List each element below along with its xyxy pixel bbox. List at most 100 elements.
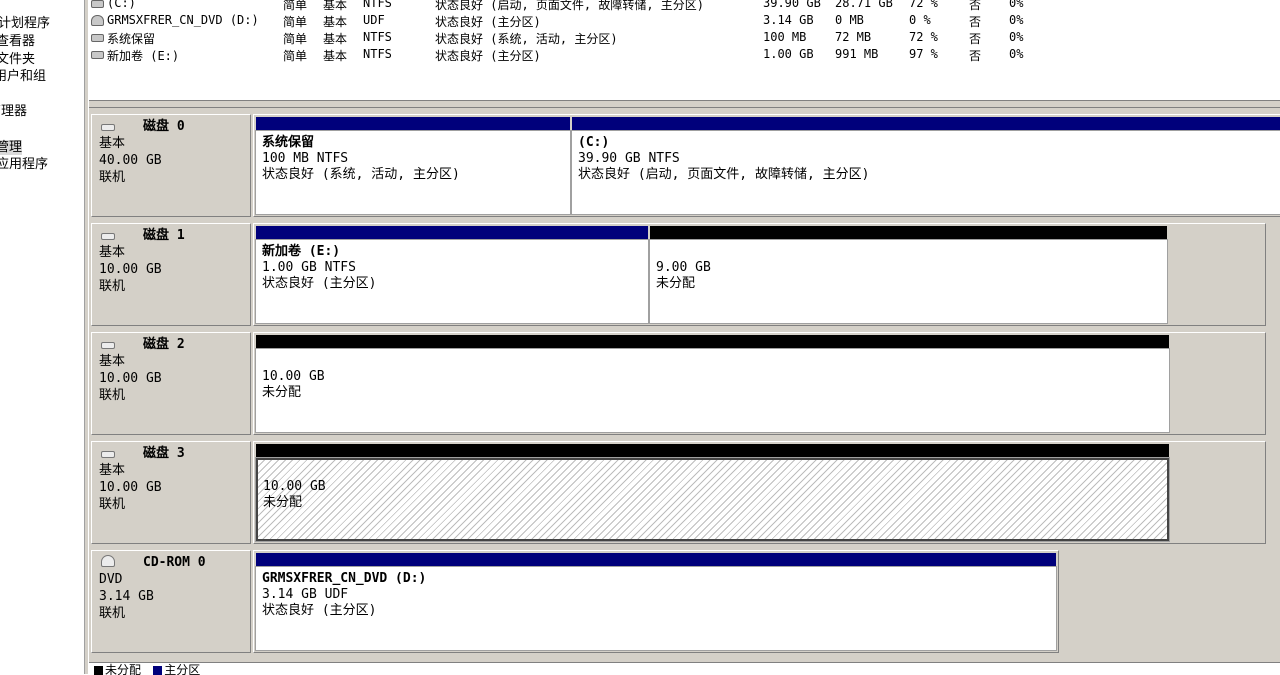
- disk-partition-area: 系统保留 100 MB NTFS 状态良好 (系统, 活动, 主分区) (C:) 39.…: [253, 114, 1280, 217]
- hard-disk-icon: [101, 124, 115, 131]
- partition-bar: [256, 553, 1056, 567]
- disk-row: CD-ROM 0 DVD 3.14 GB 联机 GRMSXFRER_CN_DVD (D:…: [89, 548, 1280, 655]
- disk-size: 40.00 GB: [99, 153, 162, 168]
- disk-title: 磁盘 3: [143, 446, 185, 461]
- partition-status: 未分配: [262, 385, 302, 400]
- volume-cell-free: 72 MB: [835, 30, 872, 44]
- disk-row: 磁盘 2 基本 10.00 GB 联机 10.00 GB 未分配: [89, 330, 1280, 437]
- partition-detail: 10.00 GB: [262, 369, 325, 384]
- partition-body: 新加卷 (E:) 1.00 GB NTFS 状态良好 (主分区): [255, 239, 649, 324]
- disk-label[interactable]: CD-ROM 0 DVD 3.14 GB 联机: [91, 550, 251, 653]
- disk-size: 10.00 GB: [99, 480, 162, 495]
- disk-partition-area: 10.00 GB 未分配: [253, 441, 1266, 544]
- disk-state: 联机: [99, 497, 126, 512]
- disk-label[interactable]: 磁盘 2 基本 10.00 GB 联机: [91, 332, 251, 435]
- partition-status: 未分配: [656, 276, 696, 291]
- disk-kind: DVD: [99, 572, 123, 587]
- primary-partition[interactable]: 系统保留 100 MB NTFS 状态良好 (系统, 活动, 主分区): [255, 117, 571, 215]
- partition-detail: 39.90 GB NTFS: [578, 151, 680, 166]
- partition-status: 状态良好 (系统, 活动, 主分区): [262, 167, 460, 182]
- primary-partition[interactable]: (C:) 39.90 GB NTFS 状态良好 (启动, 页面文件, 故障转储, 主…: [571, 117, 1280, 215]
- partition-body: 10.00 GB 未分配: [255, 457, 1170, 542]
- partition-name: (C:): [578, 135, 610, 150]
- partition-detail: 3.14 GB UDF: [262, 587, 349, 602]
- volume-cell-fault-tolerance: 否: [969, 0, 982, 12]
- partition-name: 系统保留: [262, 135, 315, 150]
- hard-disk-icon: [101, 451, 115, 458]
- unallocated-space[interactable]: 10.00 GB 未分配: [255, 444, 1170, 542]
- disk-label[interactable]: 磁盘 1 基本 10.00 GB 联机: [91, 223, 251, 326]
- partition-bar: [256, 335, 1169, 349]
- unallocated-space[interactable]: 10.00 GB 未分配: [255, 335, 1170, 433]
- volume-cell-fs: UDF: [363, 13, 385, 27]
- disk-state: 联机: [99, 170, 126, 185]
- legend-label-unallocated: 未分配: [105, 663, 142, 675]
- volume-cell-fault-tolerance: 否: [969, 15, 982, 29]
- partition-name: 新加卷 (E:): [262, 244, 341, 259]
- disk-volume-icon: [91, 34, 104, 42]
- volume-cell-capacity: 100 MB: [763, 30, 807, 44]
- volume-cell-fs: NTFS: [363, 30, 392, 44]
- volume-row[interactable]: (C:) 简单 基本 NTFS 状态良好 (启动, 页面文件, 故障转储, 主分区) 39…: [89, 0, 1280, 13]
- disk-row: 磁盘 1 基本 10.00 GB 联机 新加卷 (E:) 1.00 GB NTFS 状态良好…: [89, 221, 1280, 328]
- disk-size: 10.00 GB: [99, 371, 162, 386]
- disk-partition-area: 新加卷 (E:) 1.00 GB NTFS 状态良好 (主分区) 9.00 GB 未分配: [253, 223, 1266, 326]
- partition-name: [263, 463, 1162, 479]
- tree-item-event-viewer[interactable]: 查看器: [0, 30, 35, 49]
- volume-row[interactable]: 系统保留 简单 基本 NTFS 状态良好 (系统, 活动, 主分区) 100 MB 72 M…: [89, 30, 1280, 47]
- partition-body: 9.00 GB 未分配: [649, 239, 1168, 324]
- disk-state: 联机: [99, 388, 126, 403]
- partition-name: GRMSXFRER_CN_DVD (D:): [262, 571, 427, 586]
- volume-cell-type: 基本: [323, 32, 348, 46]
- volume-cell-free: 0 MB: [835, 13, 864, 27]
- disk-size: 3.14 GB: [99, 589, 154, 604]
- volume-cell-type: 基本: [323, 49, 348, 63]
- volume-cell-layout: 简单: [283, 15, 308, 29]
- view-splitter[interactable]: [89, 100, 1280, 108]
- volume-row[interactable]: GRMSXFRER_CN_DVD (D:) 简单 基本 UDF 状态良好 (主分区) 3.…: [89, 13, 1280, 30]
- tree-item-device-manager[interactable]: 管理器: [0, 100, 27, 119]
- disk-size: 10.00 GB: [99, 262, 162, 277]
- partition-body: 10.00 GB 未分配: [255, 348, 1170, 433]
- disk-volume-icon: [91, 0, 104, 8]
- disk-kind: 基本: [99, 463, 126, 478]
- disk-title: 磁盘 1: [143, 228, 185, 243]
- tree-item-local-users-groups[interactable]: 用户和组: [0, 65, 46, 84]
- volume-cell-pct-free: 72 %: [909, 0, 938, 10]
- volume-cell-fs: NTFS: [363, 0, 392, 10]
- partition-status: 未分配: [263, 495, 303, 510]
- partition-bar: [256, 226, 648, 240]
- disk-state: 联机: [99, 279, 126, 294]
- disk-volume-icon: [91, 51, 104, 59]
- volume-cell-overhead: 0%: [1009, 13, 1024, 27]
- volume-cell-name: (C:): [107, 0, 136, 10]
- volume-cell-overhead: 0%: [1009, 30, 1024, 44]
- disk-row: 磁盘 0 基本 40.00 GB 联机 系统保留 100 MB NTFS 状态良好 (系统,…: [89, 112, 1280, 219]
- volume-row[interactable]: 新加卷 (E:) 简单 基本 NTFS 状态良好 (主分区) 1.00 GB 991 MB 9…: [89, 47, 1280, 64]
- hard-disk-icon: [101, 233, 115, 240]
- tree-item-services-applications[interactable]: 应用程序: [0, 153, 48, 172]
- hard-disk-icon: [101, 342, 115, 349]
- disk-kind: 基本: [99, 354, 126, 369]
- primary-partition[interactable]: GRMSXFRER_CN_DVD (D:) 3.14 GB UDF 状态良好 (主分…: [255, 553, 1057, 651]
- disk-label[interactable]: 磁盘 0 基本 40.00 GB 联机: [91, 114, 251, 217]
- volume-list: (C:) 简单 基本 NTFS 状态良好 (启动, 页面文件, 故障转储, 主分区) 39…: [89, 0, 1280, 100]
- partition-detail: 10.00 GB: [263, 479, 326, 494]
- partition-bar: [572, 117, 1280, 131]
- disk-label[interactable]: 磁盘 3 基本 10.00 GB 联机: [91, 441, 251, 544]
- unallocated-space[interactable]: 9.00 GB 未分配: [649, 226, 1168, 324]
- partition-name: [262, 353, 1163, 369]
- volume-cell-name: 新加卷 (E:): [107, 49, 180, 63]
- volume-cell-status: 状态良好 (主分区): [435, 49, 541, 63]
- partition-detail: 1.00 GB NTFS: [262, 260, 356, 275]
- partition-body: (C:) 39.90 GB NTFS 状态良好 (启动, 页面文件, 故障转储, 主…: [571, 130, 1280, 215]
- partition-status: 状态良好 (主分区): [262, 603, 377, 618]
- partition-status: 状态良好 (主分区): [262, 276, 377, 291]
- partition-bar: [256, 117, 570, 131]
- volume-cell-free: 991 MB: [835, 47, 879, 61]
- primary-partition[interactable]: 新加卷 (E:) 1.00 GB NTFS 状态良好 (主分区): [255, 226, 649, 324]
- volume-cell-status: 状态良好 (启动, 页面文件, 故障转储, 主分区): [435, 0, 705, 12]
- volume-cell-capacity: 1.00 GB: [763, 47, 814, 61]
- volume-cell-overhead: 0%: [1009, 0, 1024, 10]
- tree-item-task-scheduler[interactable]: 计划程序: [0, 12, 50, 31]
